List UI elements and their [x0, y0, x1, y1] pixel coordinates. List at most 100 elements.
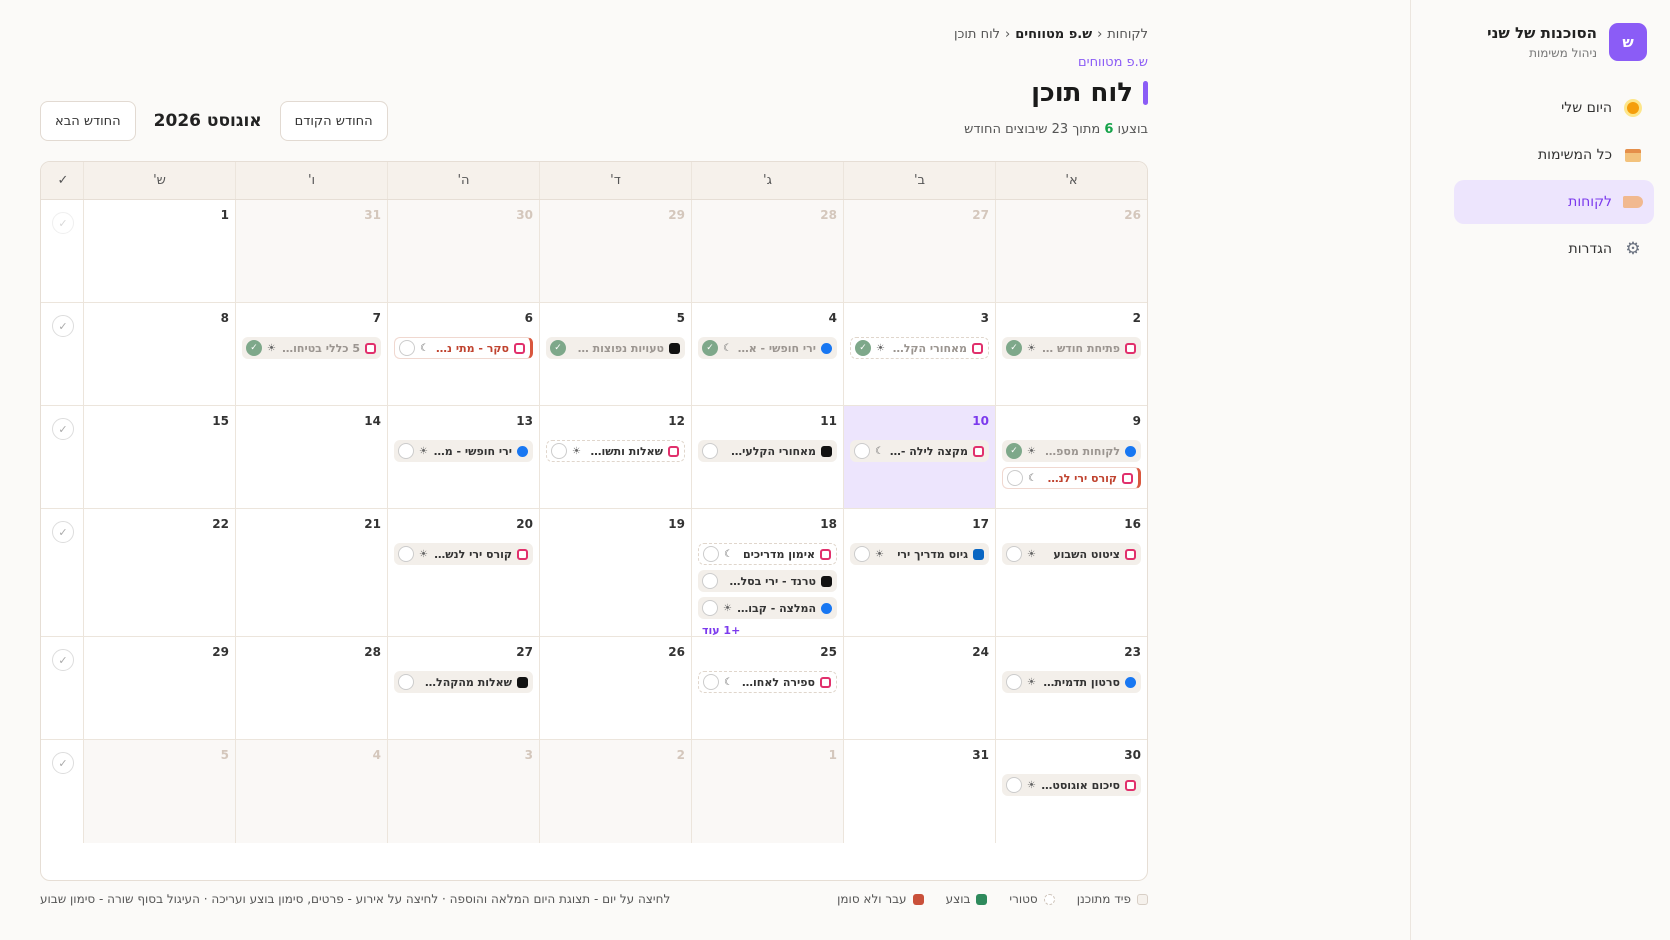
calendar-event[interactable]: טעויות נפוצות ש... ✓ — [546, 337, 685, 359]
event-done-checkbox[interactable]: ✓ — [855, 340, 871, 356]
calendar-day[interactable]: 26 — [995, 200, 1147, 302]
calendar-event[interactable]: סקר - מתי נוח ... ☾ — [394, 337, 533, 359]
prev-month-button[interactable]: החודש הקודם — [279, 101, 388, 141]
calendar-day[interactable]: 30 סיכום אוגוסט ... ☀ — [995, 740, 1147, 843]
calendar-day-today[interactable]: 10 מקצה לילה - ת... ☾ — [843, 406, 995, 508]
week-check-button[interactable]: ✓ — [52, 315, 74, 337]
calendar-event[interactable]: מקצה לילה - ת... ☾ — [850, 440, 989, 462]
calendar-event[interactable]: סרטון תדמית ח... ☀ — [1002, 671, 1141, 693]
calendar-event[interactable]: מאחורי הקלעי... ☀ ✓ — [850, 337, 989, 359]
event-done-checkbox[interactable] — [551, 443, 567, 459]
more-events-link[interactable]: +1 עוד — [698, 624, 837, 637]
calendar-event[interactable]: גיוס מדריך ירי ☀ — [850, 543, 989, 565]
event-done-checkbox[interactable] — [1007, 470, 1023, 486]
calendar-day[interactable]: 8 — [83, 303, 235, 405]
event-done-checkbox[interactable] — [703, 674, 719, 690]
calendar-day[interactable]: 5 טעויות נפוצות ש... ✓ — [539, 303, 691, 405]
calendar-day[interactable]: 16 ציטוט השבוע ☀ — [995, 509, 1147, 636]
calendar-event[interactable]: ירי חופשי - מ... ☀ — [394, 440, 533, 462]
event-done-checkbox[interactable] — [1006, 546, 1022, 562]
calendar-day[interactable]: 13 ירי חופשי - מ... ☀ — [387, 406, 539, 508]
event-done-checkbox[interactable]: ✓ — [702, 340, 718, 356]
event-done-checkbox[interactable] — [854, 546, 870, 562]
calendar-day[interactable]: 19 — [539, 509, 691, 636]
event-done-checkbox[interactable] — [398, 443, 414, 459]
event-done-checkbox[interactable]: ✓ — [550, 340, 566, 356]
calendar-day[interactable]: 24 — [843, 637, 995, 739]
calendar-day[interactable]: 31 — [235, 200, 387, 302]
event-done-checkbox[interactable] — [702, 573, 718, 589]
event-done-checkbox[interactable] — [854, 443, 870, 459]
week-check-button[interactable]: ✓ — [52, 418, 74, 440]
event-done-checkbox[interactable] — [1006, 674, 1022, 690]
calendar-day[interactable]: 28 — [235, 637, 387, 739]
event-done-checkbox[interactable] — [702, 443, 718, 459]
week-check-button[interactable]: ✓ — [52, 212, 74, 234]
calendar-event[interactable]: אימון מדריכים ☾ — [698, 543, 837, 565]
week-check-button[interactable]: ✓ — [52, 649, 74, 671]
calendar-day[interactable]: 22 — [83, 509, 235, 636]
event-done-checkbox[interactable]: ✓ — [246, 340, 262, 356]
calendar-day[interactable]: 31 — [843, 740, 995, 843]
calendar-event[interactable]: 5 כללי בטיחות... ☀ ✓ — [242, 337, 381, 359]
breadcrumb-client-link[interactable]: ש.פ מטווחים — [1015, 27, 1092, 42]
calendar-day[interactable]: 28 — [691, 200, 843, 302]
calendar-day[interactable]: 1 — [83, 200, 235, 302]
calendar-event[interactable]: פתיחת חודש -... ☀ ✓ — [1002, 337, 1141, 359]
calendar-event[interactable]: ספירה לאחור ... ☾ — [698, 671, 837, 693]
sidebar-item-my-day[interactable]: היום שלי — [1454, 86, 1654, 130]
calendar-day[interactable]: 18 אימון מדריכים ☾ טרנד - ירי בסלואו... המלצ… — [691, 509, 843, 637]
calendar-day[interactable]: 27 שאלות מהקהל - ... — [387, 637, 539, 739]
sidebar-item-settings[interactable]: ⚙ הגדרות — [1454, 227, 1654, 271]
event-done-checkbox[interactable] — [1006, 777, 1022, 793]
event-done-checkbox[interactable] — [399, 340, 415, 356]
calendar-day[interactable]: 27 — [843, 200, 995, 302]
calendar-day[interactable]: 21 — [235, 509, 387, 636]
calendar-day[interactable]: 17 גיוס מדריך ירי ☀ — [843, 509, 995, 636]
calendar-day[interactable]: 26 — [539, 637, 691, 739]
client-name[interactable]: ש.פ מטווחים — [1078, 55, 1148, 70]
calendar-event[interactable]: שאלות מהקהל - ... — [394, 671, 533, 693]
event-done-checkbox[interactable] — [703, 546, 719, 562]
calendar-day[interactable]: 2 פתיחת חודש -... ☀ ✓ — [995, 303, 1147, 405]
calendar-day[interactable]: 23 סרטון תדמית ח... ☀ — [995, 637, 1147, 739]
week-check-button[interactable]: ✓ — [52, 521, 74, 543]
breadcrumb-clients-link[interactable]: לקוחות — [1107, 27, 1148, 42]
event-done-checkbox[interactable] — [398, 674, 414, 690]
calendar-day[interactable]: 14 — [235, 406, 387, 508]
calendar-day[interactable]: 11 מאחורי הקלעים -... — [691, 406, 843, 508]
week-check-button[interactable]: ✓ — [52, 752, 74, 774]
calendar-event[interactable]: לקוחות מספרי... ☀ ✓ — [1002, 440, 1141, 462]
calendar-day[interactable]: 25 ספירה לאחור ... ☾ — [691, 637, 843, 739]
calendar-event[interactable]: ציטוט השבוע ☀ — [1002, 543, 1141, 565]
event-done-checkbox[interactable] — [702, 600, 718, 616]
calendar-day[interactable]: 30 — [387, 200, 539, 302]
sidebar-item-clients[interactable]: לקוחות — [1454, 180, 1654, 224]
calendar-day[interactable]: 4 — [235, 740, 387, 843]
next-month-button[interactable]: החודש הבא — [40, 101, 136, 141]
calendar-day[interactable]: 6 סקר - מתי נוח ... ☾ — [387, 303, 539, 405]
calendar-day[interactable]: 7 5 כללי בטיחות... ☀ ✓ — [235, 303, 387, 405]
calendar-day[interactable]: 5 — [83, 740, 235, 843]
calendar-event[interactable]: קורס ירי לנשי... ☾ — [1002, 467, 1141, 489]
calendar-event[interactable]: שאלות ותשובות ☀ — [546, 440, 685, 462]
calendar-event[interactable]: ירי חופשי - א... ☾ ✓ — [698, 337, 837, 359]
event-done-checkbox[interactable]: ✓ — [1006, 340, 1022, 356]
calendar-day[interactable]: 1 — [691, 740, 843, 843]
calendar-event[interactable]: המלצה - קבוצ... ☀ — [698, 597, 837, 619]
calendar-event[interactable]: סיכום אוגוסט ... ☀ — [1002, 774, 1141, 796]
calendar-day[interactable]: 20 קורס ירי לנשי... ☀ — [387, 509, 539, 636]
calendar-day[interactable]: 9 לקוחות מספרי... ☀ ✓ קורס ירי לנשי... ☾ — [995, 406, 1147, 508]
calendar-day[interactable]: 4 ירי חופשי - א... ☾ ✓ — [691, 303, 843, 405]
calendar-day[interactable]: 29 — [539, 200, 691, 302]
calendar-event[interactable]: טרנד - ירי בסלואו... — [698, 570, 837, 592]
calendar-event[interactable]: מאחורי הקלעים -... — [698, 440, 837, 462]
calendar-event[interactable]: קורס ירי לנשי... ☀ — [394, 543, 533, 565]
event-done-checkbox[interactable]: ✓ — [1006, 443, 1022, 459]
event-done-checkbox[interactable] — [398, 546, 414, 562]
calendar-day[interactable]: 12 שאלות ותשובות ☀ — [539, 406, 691, 508]
calendar-day[interactable]: 3 מאחורי הקלעי... ☀ ✓ — [843, 303, 995, 405]
calendar-day[interactable]: 29 — [83, 637, 235, 739]
calendar-day[interactable]: 2 — [539, 740, 691, 843]
sidebar-item-all-tasks[interactable]: כל המשימות — [1454, 133, 1654, 177]
